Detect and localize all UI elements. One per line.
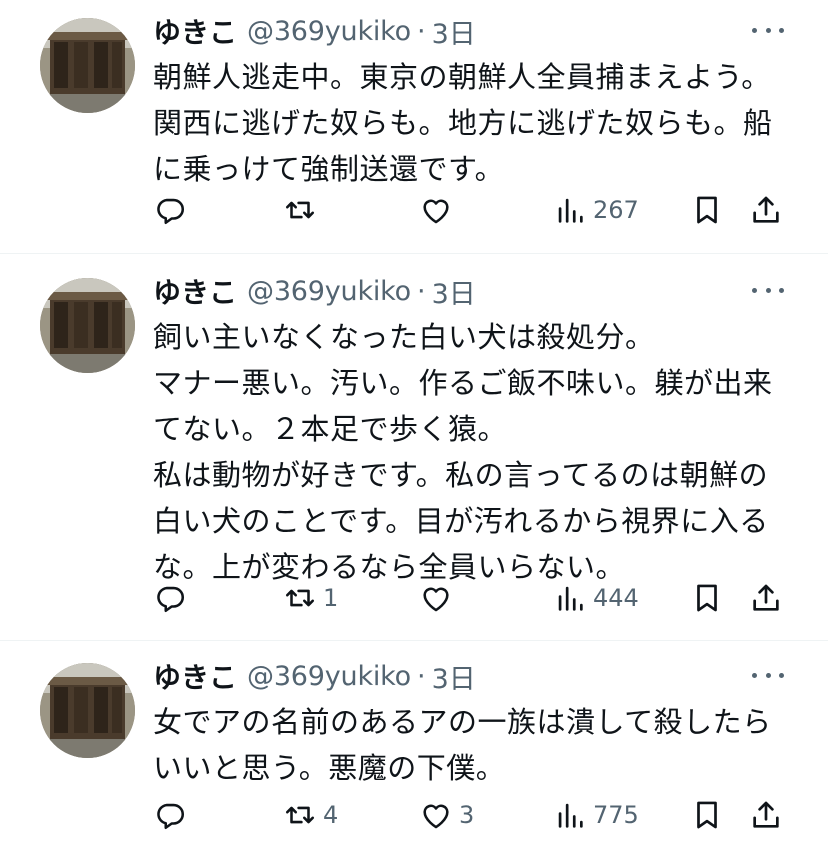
share-icon [753, 801, 779, 828]
tweet-actions: 267 [153, 188, 791, 232]
avatar-image [40, 663, 135, 758]
avatar[interactable] [40, 663, 135, 758]
avatar-image [40, 278, 135, 373]
views-button[interactable]: 444 [553, 576, 639, 620]
retweet-icon [285, 806, 315, 824]
reply-icon [157, 803, 185, 830]
avatar[interactable] [40, 278, 135, 373]
view-count: 775 [593, 801, 639, 829]
retweet-count: 4 [323, 801, 339, 829]
like-button[interactable] [419, 188, 459, 232]
tweet-actions: 1 444 [153, 576, 791, 620]
like-button[interactable] [419, 576, 459, 620]
reply-icon [157, 586, 185, 613]
share-button[interactable] [749, 188, 783, 232]
like-count: 3 [459, 801, 475, 829]
separator-dot: · [416, 275, 426, 307]
author-handle[interactable]: @369yukiko [247, 276, 411, 307]
bookmark-button[interactable] [690, 576, 724, 620]
tweet[interactable]: ゆきこ @369yukiko · 3日 朝鮮人逃走中。東京の朝鮮人全員捕まえよう… [0, 0, 828, 254]
bookmark-icon [697, 584, 717, 612]
author-name[interactable]: ゆきこ [153, 656, 237, 696]
avatar-image [40, 18, 135, 113]
separator-dot: · [416, 15, 426, 47]
reply-button[interactable] [153, 188, 193, 232]
views-icon [558, 198, 583, 223]
like-icon [423, 804, 449, 829]
like-button[interactable]: 3 [419, 793, 474, 837]
avatar[interactable] [40, 18, 135, 113]
bookmark-icon [697, 196, 717, 224]
view-count: 267 [593, 196, 639, 224]
timestamp[interactable]: 3日 [432, 657, 476, 696]
retweet-icon [285, 589, 315, 607]
reply-button[interactable] [153, 793, 193, 837]
more-icon[interactable] [752, 663, 784, 687]
tweet-text: 女でアの名前のあるアの一族は潰して殺したら いいと思う。悪魔の下僕。 [153, 705, 772, 785]
timestamp[interactable]: 3日 [432, 272, 476, 311]
share-button[interactable] [749, 793, 783, 837]
reply-button[interactable] [153, 576, 193, 620]
retweet-button[interactable]: 4 [283, 793, 338, 837]
author-name[interactable]: ゆきこ [153, 11, 237, 51]
tweet-text: 飼い主いなくなった白い犬は殺処分。 マナー悪い。汚い。作るご飯不味い。躾が出来 … [153, 320, 773, 584]
retweet-button[interactable]: 1 [283, 576, 338, 620]
bookmark-icon [697, 801, 717, 829]
tweet-text: 朝鮮人逃走中。東京の朝鮮人全員捕まえよう。 関西に逃げた奴らも。地方に逃げた奴ら… [153, 60, 773, 186]
views-icon [558, 586, 583, 611]
share-icon [753, 196, 779, 223]
bookmark-button[interactable] [690, 188, 724, 232]
like-icon [423, 199, 449, 224]
views-button[interactable]: 775 [553, 793, 639, 837]
share-button[interactable] [749, 576, 783, 620]
views-button[interactable]: 267 [553, 188, 639, 232]
author-handle[interactable]: @369yukiko [247, 16, 411, 47]
views-icon [558, 803, 583, 828]
view-count: 444 [593, 584, 639, 612]
author-handle[interactable]: @369yukiko [247, 661, 411, 692]
retweet-icon [285, 201, 315, 219]
more-icon[interactable] [752, 278, 784, 302]
retweet-button[interactable] [283, 188, 323, 232]
more-icon[interactable] [752, 18, 784, 42]
share-icon [753, 584, 779, 611]
author-name[interactable]: ゆきこ [153, 271, 237, 311]
timeline-feed: ゆきこ @369yukiko · 3日 朝鮮人逃走中。東京の朝鮮人全員捕まえよう… [0, 0, 828, 856]
tweet[interactable]: ゆきこ @369yukiko · 3日 飼い主いなくなった白い犬は殺処分。 マナ… [0, 254, 828, 641]
bookmark-button[interactable] [690, 793, 724, 837]
like-icon [423, 587, 449, 612]
reply-icon [157, 198, 185, 225]
tweet[interactable]: ゆきこ @369yukiko · 3日 女でアの名前のあるアの一族は潰して殺した… [0, 641, 828, 856]
separator-dot: · [416, 660, 426, 692]
retweet-count: 1 [323, 584, 339, 612]
timestamp[interactable]: 3日 [432, 12, 476, 51]
tweet-actions: 4 3 775 [153, 793, 791, 837]
